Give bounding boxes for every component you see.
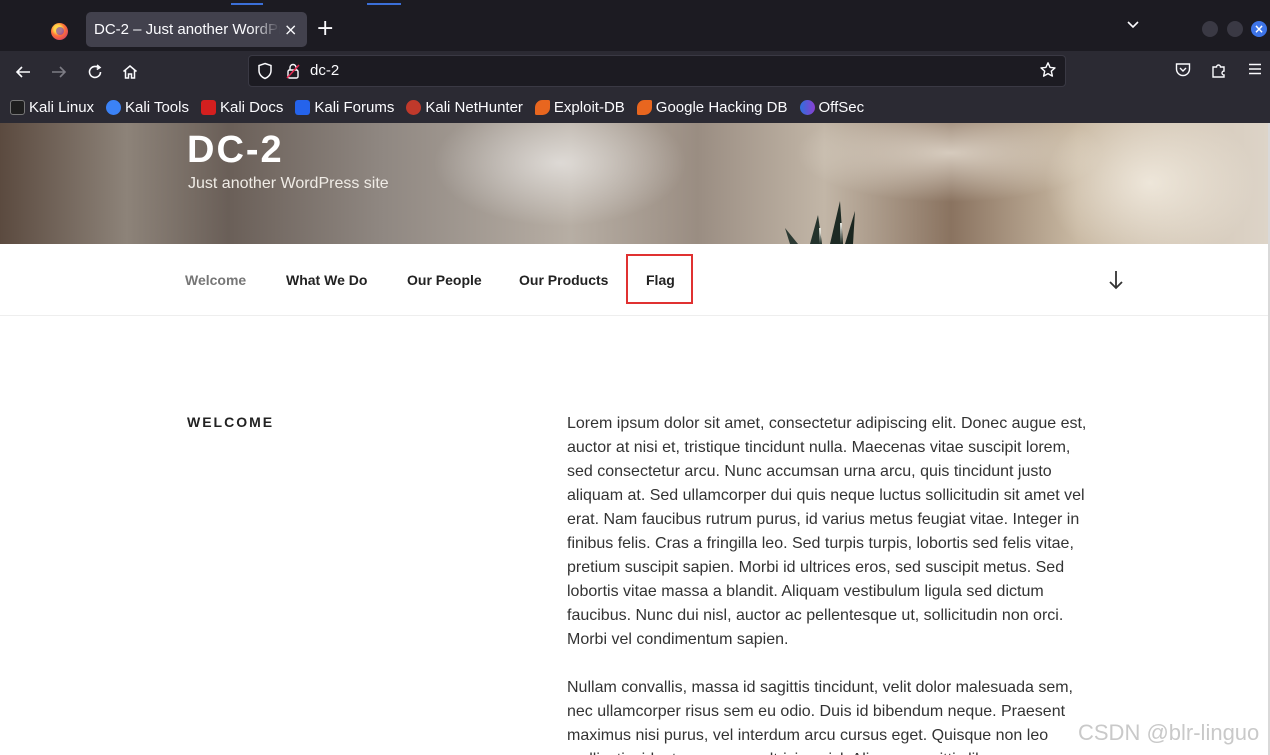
minimize-window-button[interactable]: [1202, 21, 1218, 37]
new-tab-button[interactable]: +: [316, 18, 334, 40]
tab-close-icon[interactable]: ×: [284, 20, 297, 39]
menu-item-our-products[interactable]: Our Products: [519, 272, 608, 288]
firefox-icon: [50, 22, 68, 40]
bookmark-label: Kali Forums: [314, 99, 395, 116]
bookmark-label: Kali Linux: [29, 99, 95, 116]
url-bar[interactable]: dc-2: [248, 55, 1066, 87]
menu-item-what-we-do[interactable]: What We Do: [286, 272, 367, 288]
home-icon: [123, 65, 137, 79]
bookmark-google-hacking-db[interactable]: Google Hacking DB: [636, 99, 788, 116]
tracking-protection-shield-icon[interactable]: [257, 62, 273, 80]
tab-title: DC-2 – Just another WordPress site: [94, 21, 280, 38]
bookmark-kali-docs[interactable]: Kali Docs: [200, 99, 284, 116]
reload-button[interactable]: [83, 60, 107, 84]
kali-forums-icon: [295, 100, 311, 115]
menu-item-welcome[interactable]: Welcome: [185, 272, 246, 288]
kali-tools-icon: [106, 100, 122, 115]
extensions-button[interactable]: [1209, 61, 1229, 81]
bookmark-label: Kali Docs: [219, 99, 284, 116]
ghdb-icon: [636, 100, 652, 115]
kali-dragon-icon: [10, 100, 25, 115]
offsec-icon: [799, 100, 815, 115]
site-description: Just another WordPress site: [188, 175, 389, 192]
workspace-indicator: [231, 3, 263, 5]
bookmark-label: Google Hacking DB: [655, 99, 788, 116]
close-window-button[interactable]: ×: [1251, 21, 1267, 37]
reload-icon: [88, 64, 102, 79]
chevron-down-icon: [1127, 21, 1139, 29]
watermark: CSDN @blr-linguo: [1078, 720, 1260, 745]
home-button[interactable]: [118, 60, 142, 84]
paragraph: Nullam convallis, massa id sagittis tinc…: [567, 679, 1073, 755]
bookmark-kali-nethunter[interactable]: Kali NetHunter: [406, 99, 523, 116]
star-icon: [1040, 62, 1056, 77]
arrow-down-icon[interactable]: [1105, 268, 1127, 292]
tab-bar: DC-2 – Just another WordPress site × + ×: [0, 8, 1270, 51]
pocket-button[interactable]: [1173, 61, 1193, 81]
navigation-toolbar: dc-2: [0, 51, 1270, 92]
highlight-box: [626, 254, 693, 304]
kali-nethunter-icon: [406, 100, 422, 115]
bookmark-offsec[interactable]: OffSec: [799, 99, 865, 116]
insecure-lock-icon[interactable]: [285, 62, 301, 80]
plant-image: [785, 201, 855, 244]
maximize-window-button[interactable]: [1227, 21, 1243, 37]
arrow-left-icon: [15, 66, 30, 78]
puzzle-icon: [1212, 64, 1225, 78]
page-content: DC-2 Just another WordPress site Welcome…: [0, 123, 1268, 755]
site-title[interactable]: DC-2: [187, 129, 284, 172]
paragraph: Lorem ipsum dolor sit amet, consectetur …: [567, 415, 1087, 648]
url-text[interactable]: dc-2: [310, 62, 339, 79]
bookmark-label: Kali NetHunter: [425, 99, 523, 116]
exploit-db-icon: [534, 100, 550, 115]
bookmark-label: Exploit-DB: [553, 99, 625, 116]
section-title: WELCOME: [187, 414, 275, 430]
bookmark-kali-forums[interactable]: Kali Forums: [295, 99, 394, 116]
bookmark-exploit-db[interactable]: Exploit-DB: [534, 99, 625, 116]
workspace-indicator: [367, 3, 401, 5]
bookmark-kali-linux[interactable]: Kali Linux: [10, 99, 94, 116]
top-strip: [0, 0, 1270, 8]
header-image: DC-2 Just another WordPress site: [0, 123, 1268, 244]
arrow-right-icon: [52, 66, 67, 78]
list-all-tabs-button[interactable]: [1126, 18, 1140, 36]
hamburger-menu-icon: [1249, 63, 1261, 75]
bookmarks-toolbar: Kali Linux Kali Tools Kali Docs Kali For…: [0, 92, 1270, 123]
forward-button[interactable]: [47, 60, 71, 84]
firefox-view-button[interactable]: [44, 16, 74, 46]
top-menu: Welcome What We Do Our People Our Produc…: [0, 244, 1268, 316]
back-button[interactable]: [11, 60, 35, 84]
bookmark-label: OffSec: [818, 99, 865, 116]
tab-active[interactable]: DC-2 – Just another WordPress site ×: [86, 12, 307, 47]
app-menu-button[interactable]: [1245, 61, 1265, 81]
bookmark-kali-tools[interactable]: Kali Tools: [106, 99, 189, 116]
bookmark-label: Kali Tools: [125, 99, 189, 116]
menu-item-our-people[interactable]: Our People: [407, 272, 482, 288]
bookmark-star-icon[interactable]: [1039, 61, 1057, 84]
pocket-icon: [1175, 63, 1191, 77]
kali-docs-icon: [200, 100, 216, 115]
